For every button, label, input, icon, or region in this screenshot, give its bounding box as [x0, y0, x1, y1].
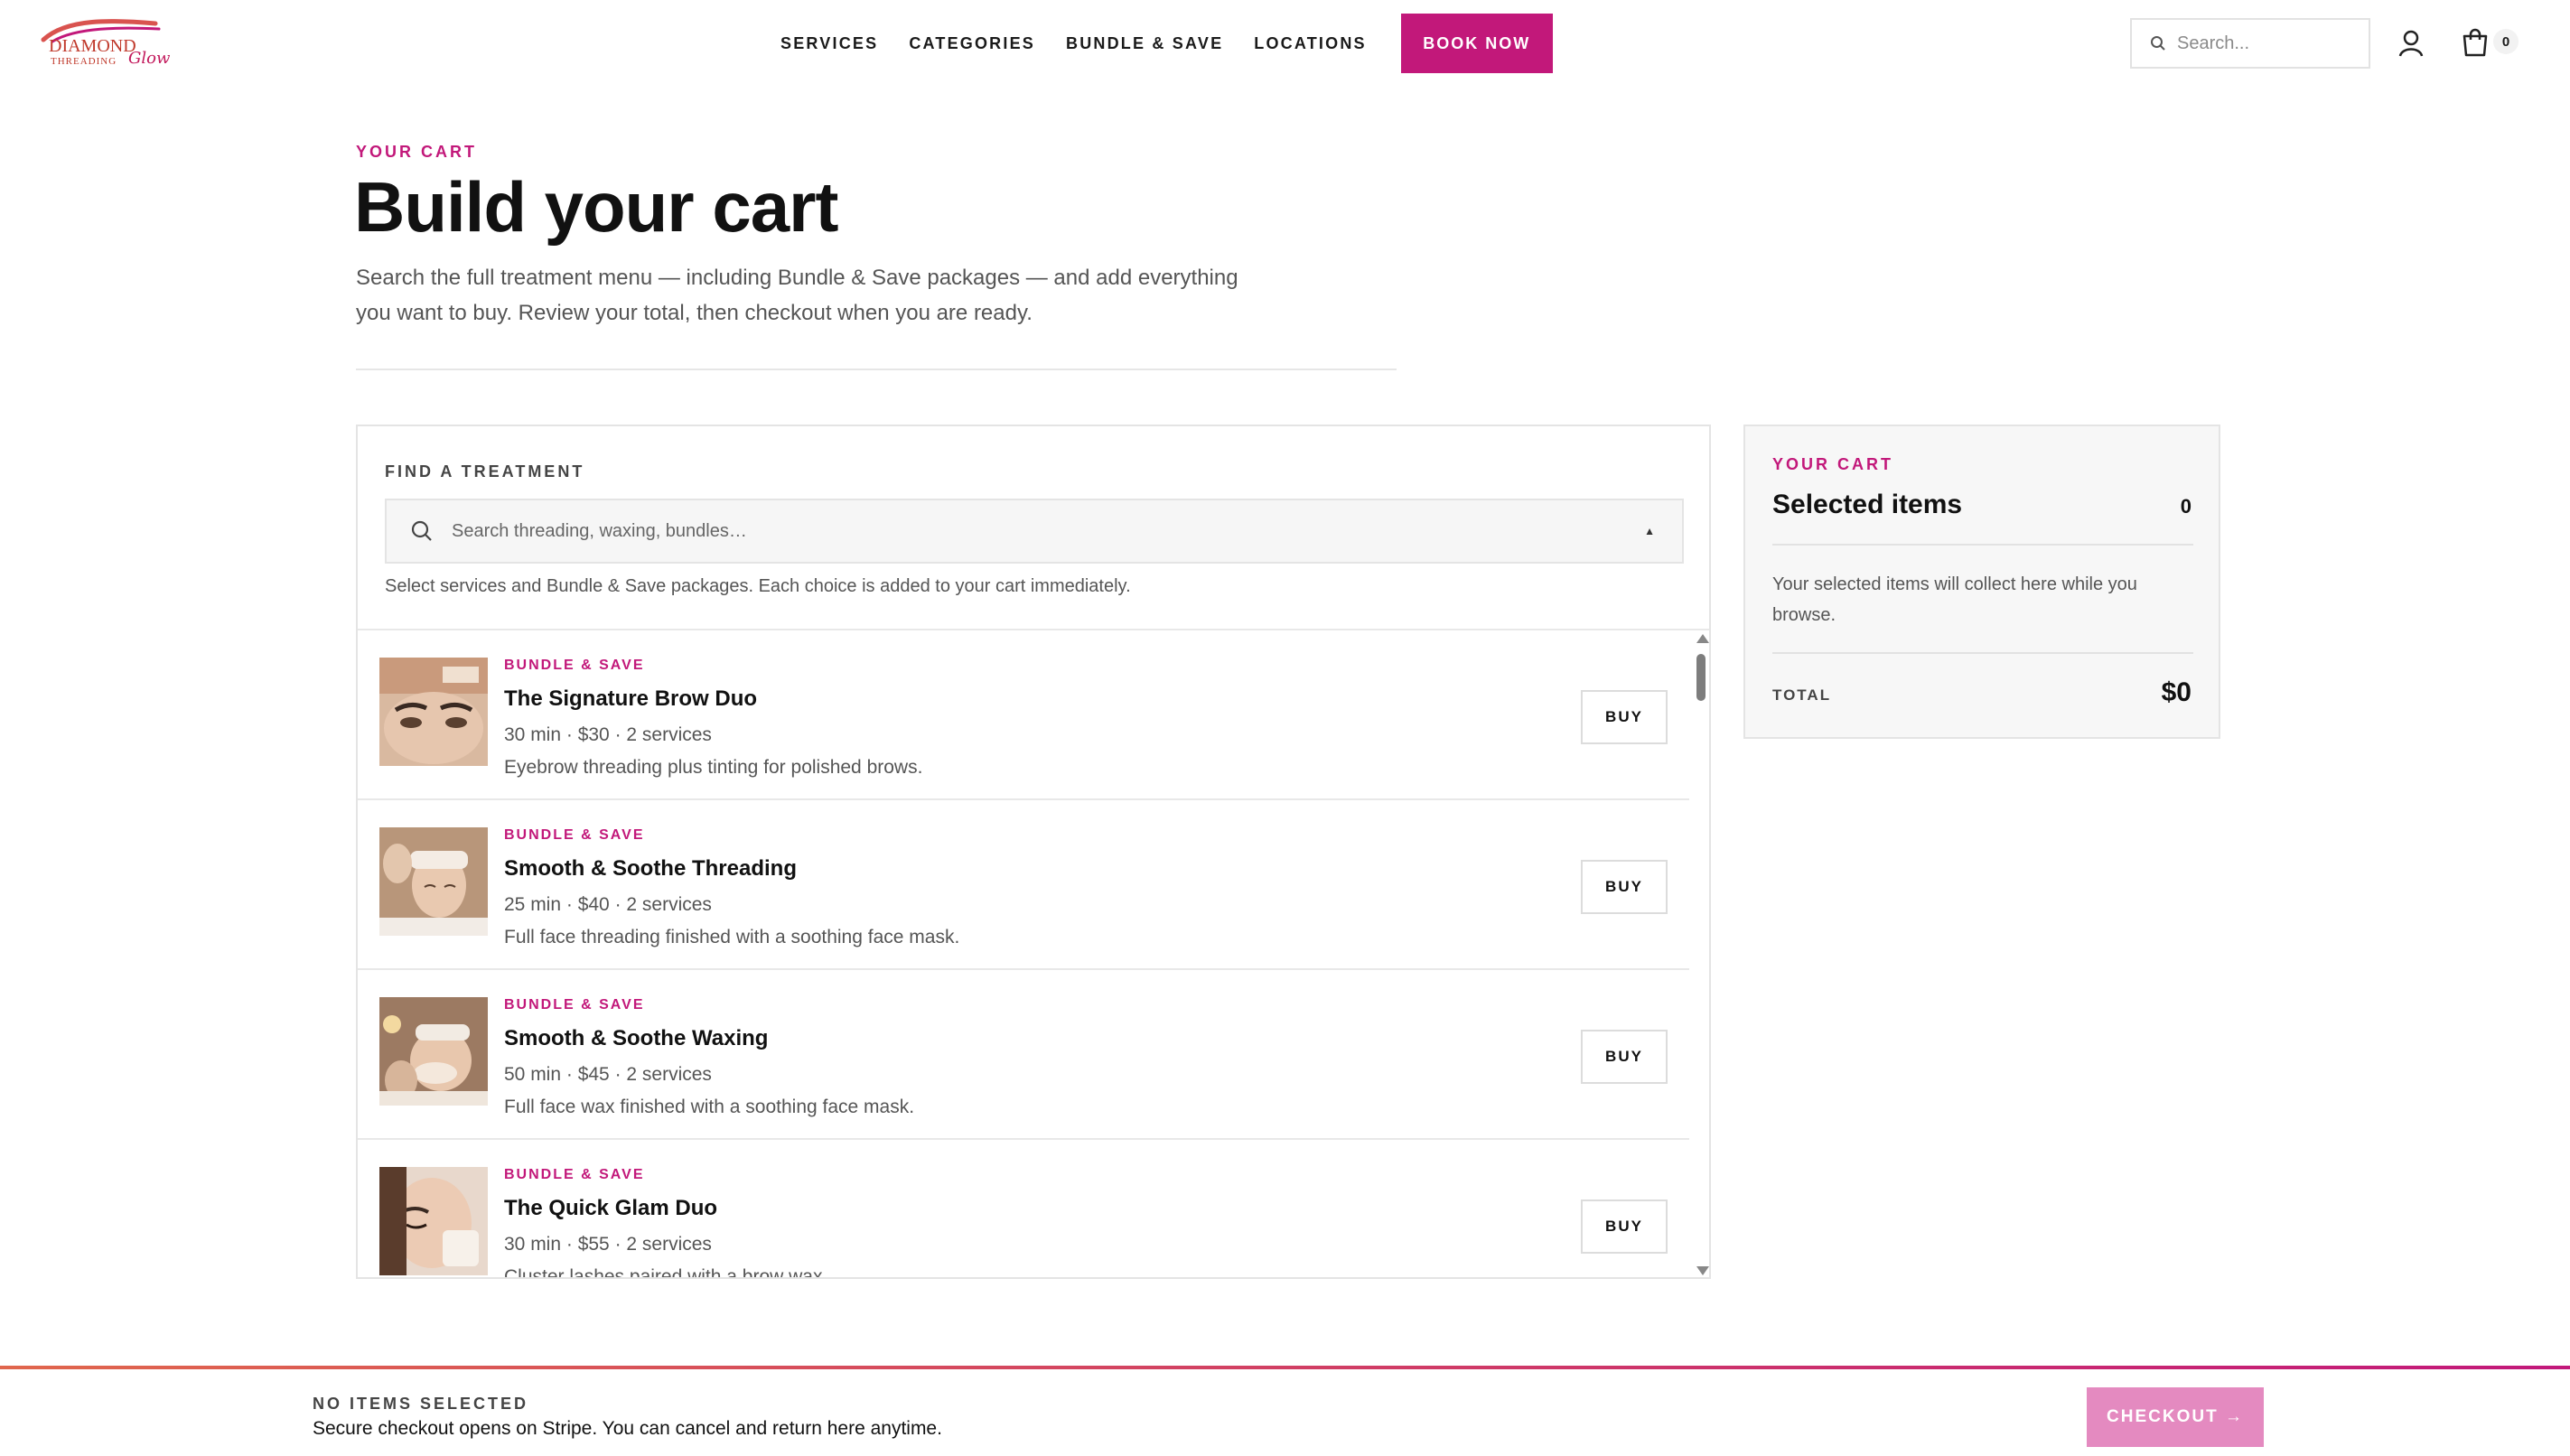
page-intro: Search the full treatment menu — includi… [356, 266, 1238, 325]
buy-button[interactable]: BUY [1581, 690, 1668, 744]
logo-text-glow: Glow [128, 49, 171, 68]
nav-services[interactable]: SERVICES [780, 34, 878, 53]
logo-text-threading: THREADING [51, 56, 117, 67]
scroll-up-arrow-icon[interactable] [1696, 634, 1709, 643]
site-header: DIAMOND THREADING Glow SERVICES CATEGORI… [0, 0, 2570, 87]
buy-button[interactable]: BUY [1581, 1199, 1668, 1254]
cart-divider [1772, 544, 2193, 546]
nav-locations[interactable]: LOCATIONS [1254, 34, 1366, 53]
nav-bundle-save[interactable]: BUNDLE & SAVE [1066, 34, 1223, 53]
treatment-meta: 30 min · $55 · 2 services [504, 1234, 712, 1255]
selection-status: NO ITEMS SELECTED [313, 1395, 529, 1413]
cart-icon[interactable] [2461, 27, 2490, 58]
user-icon[interactable] [2397, 29, 2425, 58]
brand-logo[interactable]: DIAMOND THREADING Glow [40, 16, 170, 72]
checkout-note: Secure checkout opens on Stripe. You can… [313, 1418, 942, 1439]
treatment-name: The Quick Glam Duo [504, 1196, 718, 1220]
treatment-tag: BUNDLE & SAVE [504, 827, 645, 843]
treatment-thumbnail [379, 658, 488, 766]
caret-up-icon[interactable]: ▲ [1644, 525, 1655, 537]
book-now-button[interactable]: BOOK NOW [1400, 14, 1553, 73]
treatment-meta: 25 min · $40 · 2 services [504, 894, 712, 915]
checkout-bar: NO ITEMS SELECTED Secure checkout opens … [0, 1366, 2570, 1456]
hero-divider [356, 369, 1397, 370]
scrollbar-thumb[interactable] [1696, 654, 1706, 701]
cart-count-badge: 0 [2493, 29, 2519, 54]
treatment-name: Smooth & Soothe Threading [504, 856, 797, 881]
checkout-bar-accent-line [0, 1366, 2570, 1369]
cart-total-label: TOTAL [1772, 686, 1832, 704]
treatment-description: Eyebrow threading plus tinting for polis… [504, 757, 923, 778]
treatment-description: Full face wax finished with a soothing f… [504, 1097, 915, 1117]
treatment-row: BUNDLE & SAVE The Quick Glam Duo 30 min … [358, 1140, 1689, 1279]
page-eyebrow: YOUR CART [356, 143, 477, 161]
header-search-input[interactable]: Search... [2130, 18, 2370, 69]
treatment-tag: BUNDLE & SAVE [504, 997, 645, 1013]
cart-eyebrow: YOUR CART [1772, 455, 1893, 473]
treatment-finder-panel: FIND A TREATMENT Search threading, waxin… [356, 425, 1711, 1279]
treatment-thumbnail [379, 997, 488, 1106]
nav-categories[interactable]: CATEGORIES [909, 34, 1035, 53]
treatment-search-placeholder: Search threading, waxing, bundles… [452, 520, 747, 541]
header-search-placeholder: Search... [2177, 33, 2250, 53]
main-nav: SERVICES CATEGORIES BUNDLE & SAVE LOCATI… [780, 14, 1553, 73]
cart-total-value: $0 [2161, 677, 2192, 707]
cart-title: Selected items [1772, 490, 1963, 519]
logo-text-diamond: DIAMOND [49, 36, 136, 56]
treatment-list: BUNDLE & SAVE The Signature Brow Duo 30 … [358, 630, 1689, 1279]
finder-label: FIND A TREATMENT [385, 462, 585, 481]
treatment-row: BUNDLE & SAVE Smooth & Soothe Waxing 50 … [358, 970, 1689, 1140]
treatment-thumbnail [379, 1167, 488, 1275]
treatment-row: BUNDLE & SAVE Smooth & Soothe Threading … [358, 800, 1689, 970]
search-icon [2151, 36, 2165, 51]
cart-empty-message: Your selected items will collect here wh… [1772, 574, 2137, 625]
scroll-down-arrow-icon[interactable] [1696, 1266, 1709, 1275]
treatment-row: BUNDLE & SAVE The Signature Brow Duo 30 … [358, 630, 1689, 800]
treatment-search-input[interactable]: Search threading, waxing, bundles… ▲ [385, 499, 1684, 564]
cart-summary-panel: YOUR CART Selected items 0 Your selected… [1743, 425, 2220, 739]
finder-helper-text: Select services and Bundle & Save packag… [385, 576, 1131, 596]
treatment-tag: BUNDLE & SAVE [504, 1167, 645, 1182]
search-icon [411, 520, 432, 541]
treatment-description: Full face threading finished with a soot… [504, 927, 960, 947]
treatment-name: Smooth & Soothe Waxing [504, 1026, 769, 1050]
list-scrollbar[interactable] [1693, 630, 1709, 1277]
treatment-name: The Signature Brow Duo [504, 686, 758, 711]
buy-button[interactable]: BUY [1581, 860, 1668, 914]
page-title: Build your cart [354, 167, 838, 247]
cart-item-count: 0 [2180, 495, 2192, 518]
checkout-button[interactable]: CHECKOUT → [2087, 1387, 2264, 1447]
buy-button[interactable]: BUY [1581, 1030, 1668, 1084]
treatment-description: Cluster lashes paired with a brow wax. [504, 1266, 828, 1279]
treatment-meta: 30 min · $30 · 2 services [504, 724, 712, 745]
cart-divider [1772, 652, 2193, 654]
treatment-tag: BUNDLE & SAVE [504, 658, 645, 673]
treatment-meta: 50 min · $45 · 2 services [504, 1064, 712, 1085]
treatment-thumbnail [379, 827, 488, 936]
